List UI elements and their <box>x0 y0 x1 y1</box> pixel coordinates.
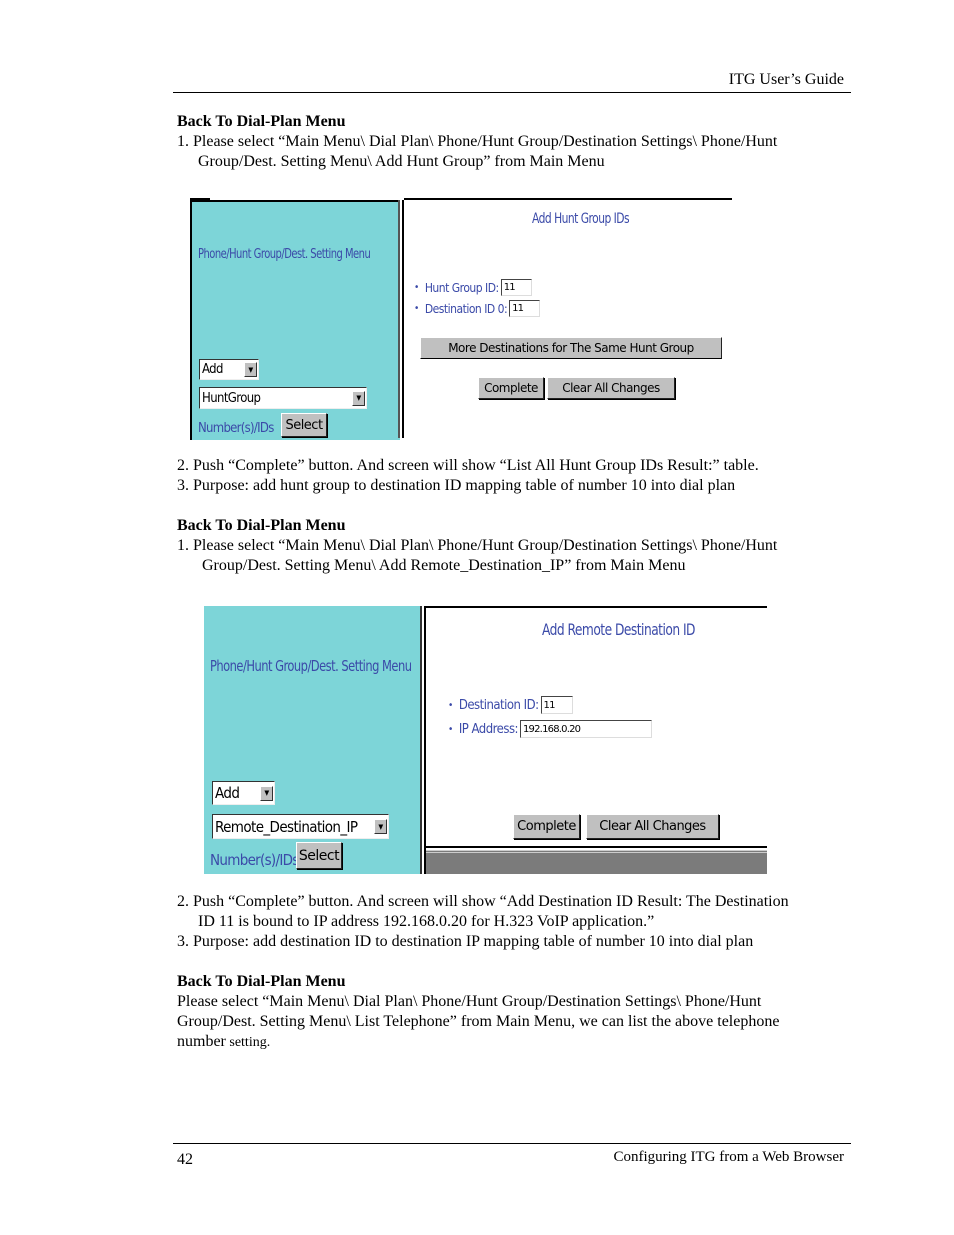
dropdown-arrow-icon: ▼ <box>260 785 273 801</box>
numbers-ids-label: Number(s)/IDs <box>198 421 274 436</box>
step-2: 2. Push “Complete” button. And screen wi… <box>177 457 759 474</box>
destination-id-0-row: • Destination ID 0: <box>414 300 541 317</box>
section-2-intro: Back To Dial-Plan Menu 1. Please select … <box>177 516 837 576</box>
frame-edge <box>426 846 767 848</box>
footer-rule <box>173 1143 851 1144</box>
header-rule <box>173 92 851 93</box>
field-label: Destination ID: <box>458 697 539 713</box>
content-pane: Add Remote Destination ID • Destination … <box>426 606 767 848</box>
line-3-a: number <box>177 1033 226 1050</box>
type-select[interactable]: HuntGroup ▼ <box>199 387 367 409</box>
step-1-line-1: 1. Please select “Main Menu\ Dial Plan\ … <box>177 133 778 150</box>
section-2-steps: 2. Push “Complete” button. And screen wi… <box>177 892 837 952</box>
dropdown-arrow-icon: ▼ <box>244 362 257 377</box>
screenshot-add-hunt-group: Phone/Hunt Group/Dest. Setting Menu Add … <box>190 198 732 440</box>
page-number: 42 <box>177 1151 193 1168</box>
more-destinations-button[interactable]: More Destinations for The Same Hunt Grou… <box>420 337 722 359</box>
content-pane: Add Hunt Group IDs • Hunt Group ID: • De… <box>404 198 732 440</box>
line-2: Group/Dest. Setting Menu\ List Telephone… <box>177 1013 780 1030</box>
section-1-intro: Back To Dial-Plan Menu 1. Please select … <box>177 112 837 172</box>
menu-pane: Phone/Hunt Group/Dest. Setting Menu Add … <box>204 606 420 874</box>
line-1: Please select “Main Menu\ Dial Plan\ Pho… <box>177 993 762 1010</box>
line-3-b: setting. <box>225 1035 271 1050</box>
menu-title: Phone/Hunt Group/Dest. Setting Menu <box>198 247 371 262</box>
field-label: IP Address: <box>458 721 519 737</box>
select-button[interactable]: Select <box>296 842 342 869</box>
bullet-icon: • <box>448 699 453 711</box>
clear-all-changes-button[interactable]: Clear All Changes <box>547 377 675 399</box>
destination-id-row: • Destination ID: <box>448 696 573 714</box>
complete-button[interactable]: Complete <box>478 377 544 399</box>
numbers-ids-label: Number(s)/IDs <box>210 851 299 869</box>
type-select[interactable]: Remote_Destination_IP ▼ <box>212 814 389 839</box>
status-frame <box>426 850 767 874</box>
pane-title: Add Hunt Group IDs <box>532 211 630 227</box>
pane-title: Add Remote Destination ID <box>542 620 695 639</box>
bullet-icon: • <box>448 723 453 735</box>
step-2-line-1: 2. Push “Complete” button. And screen wi… <box>177 893 789 910</box>
menu-title: Phone/Hunt Group/Dest. Setting Menu <box>210 657 412 675</box>
step-3: 3. Purpose: add destination ID to destin… <box>177 933 754 950</box>
running-header: ITG User’s Guide <box>728 71 844 88</box>
bullet-icon: • <box>414 303 419 314</box>
step-1-line-2: Group/Dest. Setting Menu\ Add Remote_Des… <box>202 557 686 574</box>
clear-all-changes-button[interactable]: Clear All Changes <box>586 814 719 839</box>
line-3: number setting. <box>177 1032 837 1053</box>
field-label: Hunt Group ID: <box>424 280 499 295</box>
section-heading: Back To Dial-Plan Menu <box>177 113 346 130</box>
type-select-value: Remote_Destination_IP <box>215 817 358 836</box>
section-3: Back To Dial-Plan Menu Please select “Ma… <box>177 972 837 1053</box>
menu-pane: Phone/Hunt Group/Dest. Setting Menu Add … <box>190 200 400 440</box>
section-1-steps: 2. Push “Complete” button. And screen wi… <box>177 456 837 496</box>
action-select-value: Add <box>202 362 223 377</box>
step-2-line-2: ID 11 is bound to IP address 192.168.0.2… <box>198 913 655 930</box>
hunt-group-id-input[interactable] <box>500 279 532 296</box>
destination-id-input[interactable] <box>540 696 573 714</box>
section-heading: Back To Dial-Plan Menu <box>177 973 346 990</box>
step-1-line-1: 1. Please select “Main Menu\ Dial Plan\ … <box>177 537 778 554</box>
action-select-value: Add <box>215 784 240 802</box>
complete-button[interactable]: Complete <box>513 814 580 839</box>
type-select-value: HuntGroup <box>202 390 261 406</box>
action-select[interactable]: Add ▼ <box>199 359 259 380</box>
bullet-icon: • <box>414 282 419 293</box>
footer-chapter-title: Configuring ITG from a Web Browser <box>613 1149 844 1165</box>
ip-address-input[interactable] <box>520 720 652 738</box>
destination-id-0-input[interactable] <box>509 300 541 317</box>
screenshot-add-remote-destination: Phone/Hunt Group/Dest. Setting Menu Add … <box>204 606 767 874</box>
dropdown-arrow-icon: ▼ <box>374 819 387 834</box>
section-heading: Back To Dial-Plan Menu <box>177 517 346 534</box>
select-button[interactable]: Select <box>281 413 327 437</box>
hunt-group-id-row: • Hunt Group ID: <box>414 279 532 296</box>
field-label: Destination ID 0: <box>424 301 508 316</box>
step-3: 3. Purpose: add hunt group to destinatio… <box>177 477 736 494</box>
action-select[interactable]: Add ▼ <box>212 781 275 805</box>
ip-address-row: • IP Address: <box>448 720 652 738</box>
step-1-line-2: Group/Dest. Setting Menu\ Add Hunt Group… <box>198 153 605 170</box>
dropdown-arrow-icon: ▼ <box>352 390 365 406</box>
